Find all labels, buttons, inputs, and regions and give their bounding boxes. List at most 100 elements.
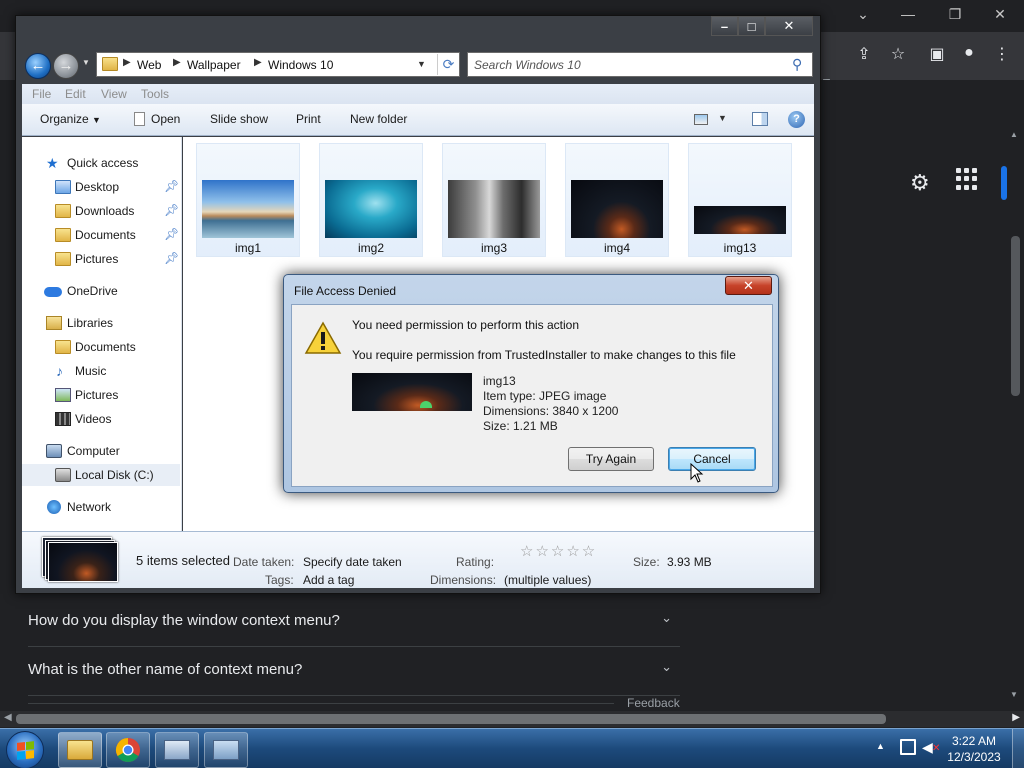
new-folder-button[interactable]: New folder xyxy=(350,112,407,126)
minimize-button[interactable]: – xyxy=(711,16,738,36)
app-taskbar-button[interactable] xyxy=(204,732,248,768)
faq-item[interactable]: What is the other name of context menu? … xyxy=(28,647,680,696)
scroll-right-icon[interactable]: ▶ xyxy=(1012,712,1020,723)
open-button[interactable]: Open xyxy=(151,112,180,126)
breadcrumb-chevron-icon[interactable]: ▶ xyxy=(173,57,181,68)
side-panel-icon[interactable]: ▣ xyxy=(926,44,948,64)
chevron-down-icon[interactable]: ⌄ xyxy=(661,610,672,626)
refresh-icon[interactable]: ⟳ xyxy=(437,54,459,75)
file-item[interactable]: img13 xyxy=(688,143,792,257)
menu-edit[interactable]: Edit xyxy=(65,87,86,101)
tags-value[interactable]: Add a tag xyxy=(303,573,354,587)
bookmark-star-icon[interactable]: ☆ xyxy=(887,44,909,64)
nav-local-disk[interactable]: Local Disk (C:) xyxy=(22,464,180,486)
breadcrumb-wallpaper[interactable]: Wallpaper xyxy=(187,58,241,72)
nav-network[interactable]: Network xyxy=(22,496,180,518)
close-icon[interactable]: ✕ xyxy=(725,276,772,295)
nav-lib-pictures[interactable]: Pictures xyxy=(22,384,180,406)
search-input[interactable] xyxy=(474,56,774,74)
minimize-icon[interactable]: — xyxy=(893,6,923,22)
faq-item[interactable]: How do you display the window context me… xyxy=(28,598,680,647)
taskbar: ▲ ◀ ✕ 3:22 AM 12/3/2023 xyxy=(0,728,1024,768)
menu-file[interactable]: File xyxy=(32,87,51,101)
library-icon xyxy=(46,316,62,330)
maximize-button[interactable]: □ xyxy=(738,16,765,36)
breadcrumb-chevron-icon[interactable]: ▶ xyxy=(254,57,262,68)
nav-quick-access[interactable]: ★ Quick access xyxy=(22,152,180,174)
help-icon[interactable]: ? xyxy=(788,111,805,128)
print-button[interactable]: Print xyxy=(296,112,321,126)
tray-expand-icon[interactable]: ▲ xyxy=(876,741,885,751)
nav-downloads[interactable]: Downloads 📌︎ xyxy=(22,200,180,222)
forward-button[interactable]: → xyxy=(53,53,79,79)
start-orb-icon[interactable] xyxy=(6,731,44,768)
scroll-left-icon[interactable]: ◀ xyxy=(4,712,12,723)
address-history-dropdown-icon[interactable]: ▼ xyxy=(417,59,426,69)
scroll-up-icon[interactable]: ▲ xyxy=(1010,130,1018,139)
breadcrumb-chevron-icon[interactable]: ▶ xyxy=(123,57,131,68)
rating-stars[interactable]: ☆☆☆☆☆ xyxy=(520,542,597,560)
show-desktop-button[interactable] xyxy=(1012,729,1024,768)
pin-icon[interactable]: 📌︎ xyxy=(164,251,179,265)
change-view-button[interactable]: ▼ xyxy=(692,111,736,129)
app-taskbar-button[interactable] xyxy=(155,732,199,768)
feedback-link[interactable]: Feedback xyxy=(627,696,680,710)
horizontal-scrollbar[interactable]: ◀ ▶ xyxy=(0,711,1024,727)
pin-icon[interactable]: 📌︎ xyxy=(164,227,179,241)
volume-muted-icon[interactable]: ◀ ✕ xyxy=(922,739,940,756)
search-icon[interactable]: ⚲ xyxy=(792,56,802,73)
scroll-down-icon[interactable]: ▼ xyxy=(1010,690,1018,699)
scroll-thumb[interactable] xyxy=(16,714,886,724)
nav-lib-documents[interactable]: Documents xyxy=(22,336,180,358)
scroll-thumb[interactable] xyxy=(1011,236,1020,396)
slideshow-button[interactable]: Slide show xyxy=(210,112,268,126)
file-item[interactable]: img1 xyxy=(196,143,300,257)
file-item[interactable]: img4 xyxy=(565,143,669,257)
chevron-down-icon[interactable]: ▼ xyxy=(718,113,727,123)
try-again-button[interactable]: Try Again xyxy=(568,447,654,471)
pin-icon[interactable]: 📌︎ xyxy=(164,179,179,193)
search-box[interactable]: ⚲ xyxy=(467,52,813,77)
nav-lib-videos[interactable]: Videos xyxy=(22,408,180,430)
nav-libraries[interactable]: Libraries xyxy=(22,312,180,334)
recent-pages-icon[interactable]: ▼ xyxy=(82,58,90,67)
image-thumbnail xyxy=(202,180,294,238)
chevron-down-icon[interactable]: ⌄ xyxy=(661,659,672,675)
close-icon[interactable]: ✕ xyxy=(985,6,1015,23)
explorer-taskbar-button[interactable] xyxy=(58,732,102,768)
nav-desktop[interactable]: Desktop 📌︎ xyxy=(22,176,180,198)
menu-view[interactable]: View xyxy=(101,87,127,101)
pin-icon[interactable]: 📌︎ xyxy=(164,203,179,217)
action-center-icon[interactable] xyxy=(900,739,916,755)
command-bar: Organize ▼ Open Slide show Print New fol… xyxy=(22,104,814,136)
back-button[interactable]: ← xyxy=(25,53,51,79)
vertical-scrollbar[interactable]: ▲ ▼ xyxy=(1008,130,1022,700)
nav-label: Documents xyxy=(75,340,136,354)
chrome-taskbar-button[interactable] xyxy=(106,732,150,768)
nav-pictures[interactable]: Pictures 📌︎ xyxy=(22,248,180,270)
preview-pane-icon[interactable] xyxy=(752,112,768,126)
file-item[interactable]: img2 xyxy=(319,143,423,257)
file-item[interactable]: img3 xyxy=(442,143,546,257)
cancel-button[interactable]: Cancel xyxy=(668,447,756,471)
menu-tools[interactable]: Tools xyxy=(141,87,169,101)
restore-icon[interactable]: ❐ xyxy=(940,6,970,23)
breadcrumb-windows-10[interactable]: Windows 10 xyxy=(268,58,333,72)
nav-lib-music[interactable]: ♪ Music xyxy=(22,360,180,382)
profile-icon[interactable]: ● xyxy=(958,44,980,62)
organize-button[interactable]: Organize ▼ xyxy=(40,112,101,126)
size-label: Size: xyxy=(633,555,660,569)
nav-computer[interactable]: Computer xyxy=(22,440,180,462)
share-icon[interactable]: ⇪ xyxy=(853,44,875,64)
system-clock[interactable]: 3:22 AM 12/3/2023 xyxy=(946,733,1002,765)
address-bar[interactable]: ▶ Web ▶ Wallpaper ▶ Windows 10 ▼ ⟳ xyxy=(96,52,460,77)
nav-onedrive[interactable]: OneDrive xyxy=(22,280,180,302)
apps-grid-icon[interactable] xyxy=(956,168,978,190)
more-menu-icon[interactable]: ⋮ xyxy=(991,44,1013,64)
close-button[interactable]: ✕ xyxy=(765,16,813,36)
settings-gear-icon[interactable]: ⚙ xyxy=(910,170,930,196)
date-taken-value[interactable]: Specify date taken xyxy=(303,555,402,569)
chevron-down-icon[interactable]: ⌄ xyxy=(848,6,878,23)
nav-documents[interactable]: Documents 📌︎ xyxy=(22,224,180,246)
breadcrumb-web[interactable]: Web xyxy=(137,58,161,72)
